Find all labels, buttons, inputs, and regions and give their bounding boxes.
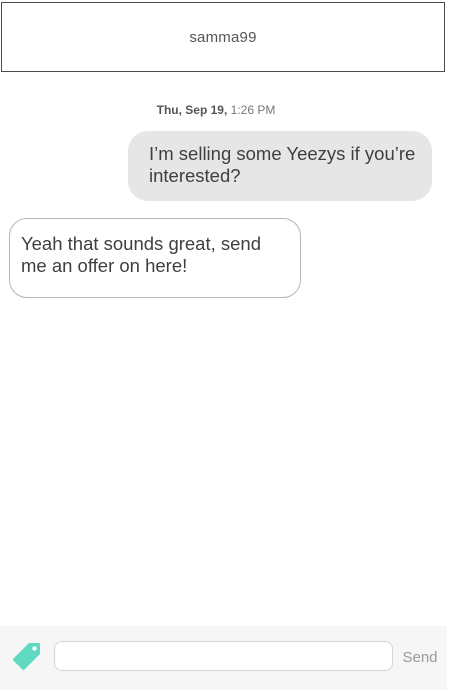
send-button[interactable]: Send [398,644,442,670]
price-tag-icon [13,643,41,670]
incoming-message-bubble: Yeah that sounds great, send me an offer… [9,218,301,298]
contact-username[interactable]: samma99 [189,29,256,46]
make-offer-tag-button[interactable] [11,640,43,672]
chat-header: samma99 [1,2,445,72]
message-input[interactable] [54,641,393,671]
timestamp-time: 1:26 PM [230,103,276,117]
outgoing-message-bubble: I’m selling some Yeezys if you’re intere… [128,131,432,201]
message-text: I’m selling some Yeezys if you’re intere… [149,143,416,186]
message-timestamp: Thu, Sep 19, 1:26 PM [0,103,432,117]
chat-screen: samma99 Thu, Sep 19, 1:26 PM I’m selling… [0,0,450,690]
timestamp-date: Thu, Sep 19, [156,103,228,117]
message-text: Yeah that sounds great, send me an offer… [21,233,262,276]
